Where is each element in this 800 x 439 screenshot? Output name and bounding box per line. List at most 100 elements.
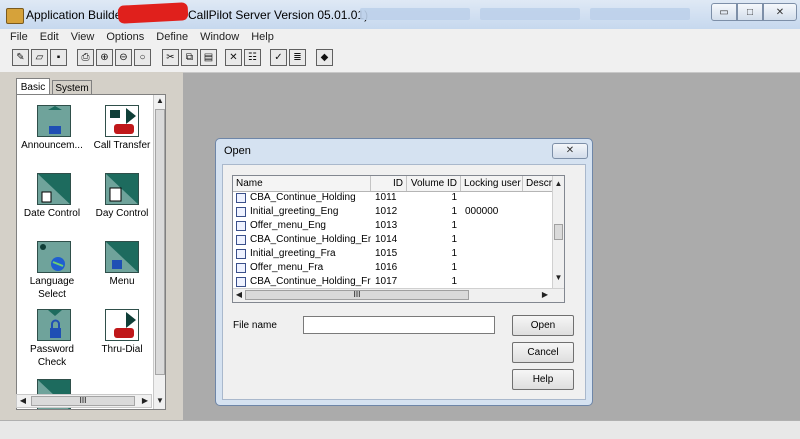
row-locking-user	[465, 261, 523, 275]
tab-basic[interactable]: Basic	[16, 78, 50, 95]
scroll-down-icon[interactable]: ▼	[154, 395, 165, 407]
dialog-close-button[interactable]: ✕	[552, 143, 588, 159]
date-control-icon[interactable]	[37, 173, 71, 205]
column-volume-id[interactable]: Volume ID	[407, 176, 461, 191]
row-name: Initial_greeting_Fra	[250, 248, 336, 259]
paste-icon[interactable]: ▤	[200, 49, 217, 66]
menu-edit[interactable]: Edit	[34, 31, 65, 43]
scroll-thumb[interactable]: III	[245, 290, 469, 300]
file-icon	[236, 249, 246, 259]
day-control-icon[interactable]	[105, 173, 139, 205]
tab-system[interactable]: System	[52, 80, 92, 95]
row-locking-user	[465, 247, 523, 261]
cut-icon[interactable]: ✂	[162, 49, 179, 66]
column-name[interactable]: Name	[233, 176, 371, 191]
print-icon[interactable]: ⎙	[77, 49, 94, 66]
palette-list: Announcem... Call Transfer Date Control …	[16, 94, 166, 410]
menu-block-icon[interactable]	[105, 241, 139, 273]
row-name: CBA_Continue_Holding_Eng	[250, 234, 371, 245]
password-check-icon[interactable]	[37, 309, 71, 341]
scroll-thumb[interactable]	[155, 109, 165, 375]
block-label-menu: Menu	[109, 276, 135, 287]
row-locking-user	[465, 191, 523, 205]
menu-window[interactable]: Window	[194, 31, 245, 43]
copy-icon[interactable]: ⧉	[181, 49, 198, 66]
scroll-thumb[interactable]	[554, 224, 563, 240]
toolbar: ✎ ▱ ▪ ⎙ ⊕ ⊖ ○ ✂ ⧉ ▤ ✕ ☷ ✓ ≣ ◆	[0, 45, 800, 73]
menu-define[interactable]: Define	[150, 31, 194, 43]
thru-dial-icon[interactable]	[105, 309, 139, 341]
compile-icon[interactable]: ≣	[289, 49, 306, 66]
row-id: 1017	[375, 276, 398, 287]
dialog-title: Open	[224, 145, 251, 157]
menu-file[interactable]: File	[0, 31, 34, 43]
scroll-thumb[interactable]: III	[31, 396, 135, 406]
menu-help[interactable]: Help	[245, 31, 280, 43]
properties-icon[interactable]: ☷	[244, 49, 261, 66]
maximize-button[interactable]: □	[737, 3, 763, 21]
block-label-announcement: Announcem...	[21, 140, 83, 151]
file-list[interactable]: Name ID Volume ID Locking user Descrip C…	[232, 175, 565, 303]
block-label-language-select: Language Select	[29, 276, 75, 300]
minimize-button[interactable]: ▭	[711, 3, 737, 21]
menu-view[interactable]: View	[65, 31, 101, 43]
scroll-left-icon[interactable]: ◀	[17, 395, 29, 407]
cancel-button[interactable]: Cancel	[512, 342, 574, 363]
row-locking-user: 000000	[465, 206, 499, 217]
scroll-right-icon[interactable]: ▶	[539, 289, 551, 301]
help-button[interactable]: Help	[512, 369, 574, 390]
file-icon	[236, 221, 246, 231]
close-button[interactable]: ✕	[763, 3, 797, 21]
block-label-thru-dial: Thru-Dial	[101, 344, 143, 355]
file-icon	[236, 207, 246, 217]
row-id: 1014	[375, 234, 398, 245]
column-description[interactable]: Descrip	[523, 176, 553, 191]
table-row[interactable]: CBA_Continue_Holding_Eng 1014 1	[233, 233, 553, 247]
list-vertical-scrollbar[interactable]: ▲ ▼	[552, 176, 564, 288]
row-volume: 1	[451, 206, 457, 217]
save-icon[interactable]: ▪	[50, 49, 67, 66]
file-name-input[interactable]	[303, 316, 495, 334]
scroll-up-icon[interactable]: ▲	[154, 95, 165, 107]
status-bar	[0, 420, 800, 439]
language-select-icon[interactable]	[37, 241, 71, 273]
menu-options[interactable]: Options	[100, 31, 150, 43]
announcement-icon[interactable]	[37, 105, 71, 137]
zoom-icon[interactable]: ○	[134, 49, 151, 66]
scroll-up-icon[interactable]: ▲	[553, 178, 564, 190]
scroll-left-icon[interactable]: ◀	[233, 289, 245, 301]
column-id[interactable]: ID	[371, 176, 407, 191]
menu-bar: File Edit View Options Define Window Hel…	[0, 29, 800, 45]
book-icon[interactable]: ◆	[316, 49, 333, 66]
table-row[interactable]: Offer_menu_Fra 1016 1	[233, 261, 553, 275]
table-row[interactable]: Offer_menu_Eng 1013 1	[233, 219, 553, 233]
column-locking-user[interactable]: Locking user	[461, 176, 523, 191]
table-row[interactable]: Initial_greeting_Fra 1015 1	[233, 247, 553, 261]
table-row[interactable]: Initial_greeting_Eng 1012 1 000000	[233, 205, 553, 219]
scroll-right-icon[interactable]: ▶	[139, 395, 151, 407]
palette-horizontal-scrollbar[interactable]: ◀ III ▶	[16, 394, 152, 408]
row-id: 1013	[375, 220, 398, 231]
call-transfer-icon[interactable]	[105, 105, 139, 137]
table-row[interactable]: CBA_Continue_Holding_Fra 1017 1	[233, 275, 553, 289]
list-horizontal-scrollbar[interactable]: ◀ III ▶	[233, 288, 564, 302]
table-row[interactable]: CBA_Continue_Holding 1011 1	[233, 191, 553, 205]
palette-vertical-scrollbar[interactable]: ▲ ▼	[153, 95, 165, 409]
open-icon[interactable]: ▱	[31, 49, 48, 66]
zoom-in-icon[interactable]: ⊕	[96, 49, 113, 66]
file-icon	[236, 235, 246, 245]
file-icon	[236, 263, 246, 273]
row-name: Initial_greeting_Eng	[250, 206, 339, 217]
row-name: CBA_Continue_Holding	[250, 192, 356, 203]
taskbar-ghost	[480, 8, 580, 20]
delete-icon[interactable]: ✕	[225, 49, 242, 66]
block-label-call-transfer: Call Transfer	[93, 140, 151, 151]
row-volume: 1	[451, 248, 457, 259]
validate-icon[interactable]: ✓	[270, 49, 287, 66]
new-icon[interactable]: ✎	[12, 49, 29, 66]
row-volume: 1	[451, 234, 457, 245]
open-button[interactable]: Open	[512, 315, 574, 336]
window-title: Application Builder -	[26, 8, 133, 22]
scroll-down-icon[interactable]: ▼	[553, 272, 564, 284]
zoom-out-icon[interactable]: ⊖	[115, 49, 132, 66]
